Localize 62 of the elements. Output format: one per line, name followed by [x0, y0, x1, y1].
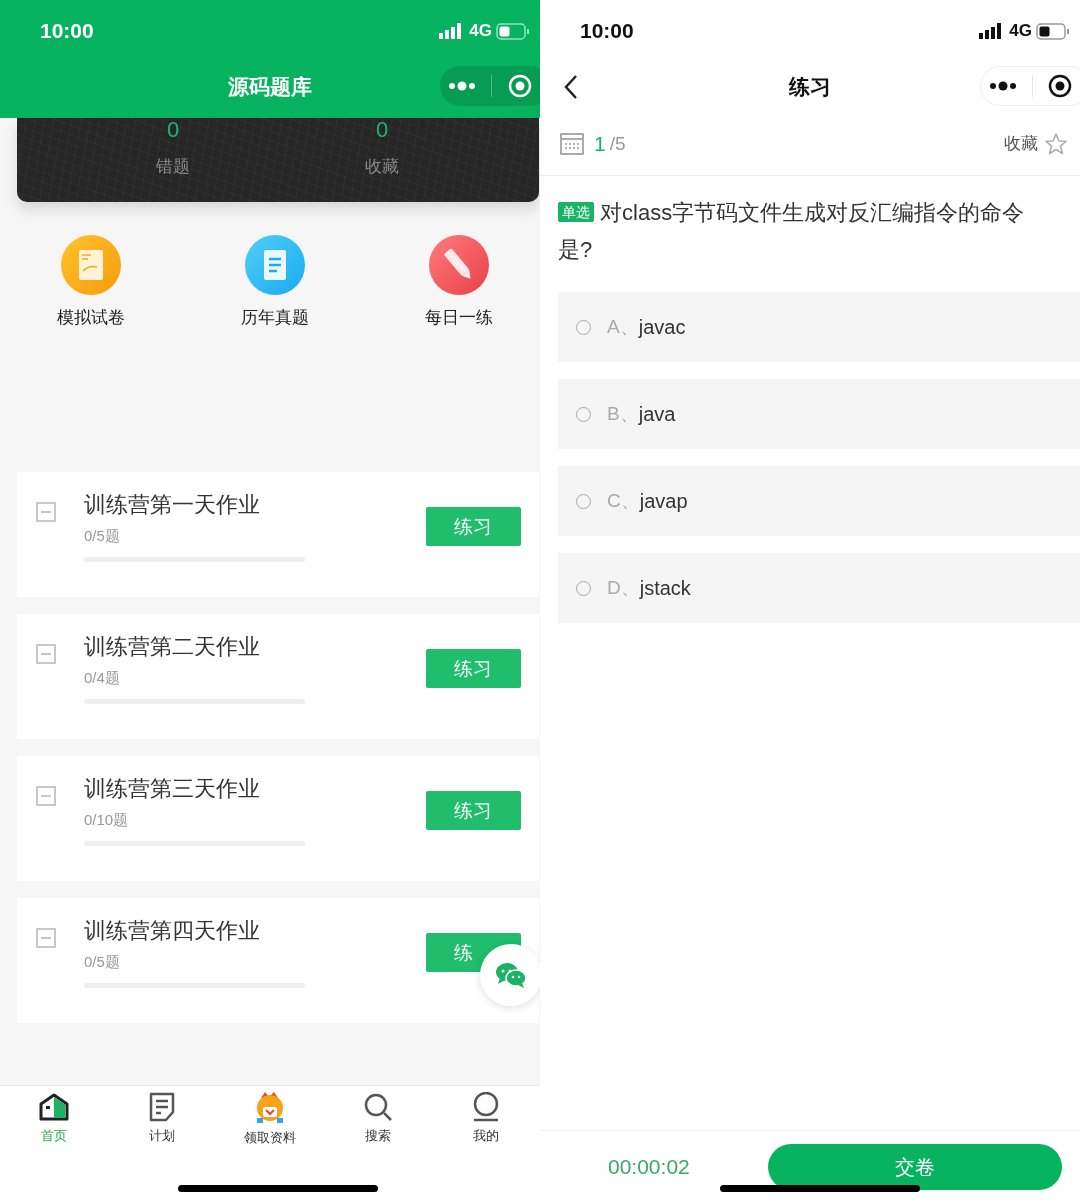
network-label: 4G — [1009, 21, 1032, 41]
stat-value: 0 — [375, 118, 389, 142]
assignment-title: 训练营第四天作业 — [84, 917, 260, 945]
page-title: 练习 — [789, 74, 831, 100]
assignment-title: 训练营第一天作业 — [84, 491, 260, 519]
assignment-title: 训练营第三天作业 — [84, 775, 260, 803]
stat-label: 错题 — [156, 156, 190, 178]
calendar-icon[interactable] — [560, 132, 584, 155]
question-text: 单选 对class字节码文件生成对反汇编指令的命令是? — [557, 199, 1026, 264]
question-index: 1 — [594, 131, 606, 156]
option-letter: B、 — [607, 402, 639, 424]
shortcut-label[interactable]: 历年真题 — [241, 306, 309, 329]
question-type-tag: 单选 — [558, 202, 594, 222]
option-text: jstack — [639, 576, 691, 600]
star-icon[interactable] — [1044, 131, 1068, 156]
home-icon — [38, 1092, 70, 1122]
option-letter: D、 — [607, 576, 640, 598]
search-icon — [363, 1092, 393, 1122]
progress-count: 0/10题 — [84, 810, 129, 830]
document-icon[interactable] — [245, 235, 305, 295]
timer: 00:00:02 — [608, 1155, 690, 1179]
close-icon[interactable] — [1047, 74, 1072, 98]
shortcut-label[interactable]: 每日一练 — [425, 306, 493, 329]
status-time: 10:00 — [40, 19, 94, 43]
status-time: 10:00 — [580, 19, 634, 43]
collapse-icon[interactable] — [36, 928, 56, 948]
stat-value: 0 — [166, 118, 180, 142]
favorite-label[interactable]: 收藏 — [1004, 132, 1038, 155]
assignment-title: 训练营第二天作业 — [84, 633, 260, 661]
tab-item[interactable]: 领取资料 — [220, 1092, 320, 1170]
stat-label: 收藏 — [365, 156, 399, 178]
progress-count: 0/5题 — [84, 952, 120, 972]
more-icon[interactable] — [988, 81, 1017, 91]
profile-icon — [472, 1092, 500, 1122]
collapse-icon[interactable] — [36, 502, 56, 522]
answer-option[interactable]: C、javap — [558, 466, 1080, 536]
app-title: 源码题库 — [228, 74, 312, 100]
battery-icon — [496, 22, 530, 40]
document-icon — [148, 1092, 176, 1122]
option-text: java — [638, 402, 676, 426]
collapse-icon[interactable] — [36, 786, 56, 806]
battery-icon — [1036, 22, 1070, 40]
shortcut-label[interactable]: 模拟试卷 — [57, 306, 125, 329]
progress-count: 0/4题 — [84, 668, 120, 688]
option-text: javac — [638, 315, 686, 339]
back-icon[interactable] — [564, 74, 578, 100]
document-icon[interactable] — [61, 235, 121, 295]
answer-option[interactable]: B、java — [558, 379, 1080, 449]
option-text: javap — [639, 489, 688, 513]
answer-option[interactable]: D、jstack — [558, 553, 1080, 623]
chat-icon — [495, 961, 527, 989]
collapse-icon[interactable] — [36, 644, 56, 664]
tab-item[interactable]: 我的 — [436, 1092, 536, 1170]
option-letter: A、 — [607, 315, 639, 337]
pencil-icon[interactable] — [429, 235, 489, 295]
answer-option[interactable]: A、javac — [558, 292, 1080, 362]
network-label: 4G — [469, 21, 492, 41]
tab-item[interactable]: 搜索 — [328, 1092, 428, 1170]
option-letter: C、 — [607, 489, 640, 511]
progress-count: 0/5题 — [84, 526, 120, 546]
tab-item[interactable]: 计划 — [112, 1092, 212, 1170]
question-total: /5 — [609, 132, 626, 155]
